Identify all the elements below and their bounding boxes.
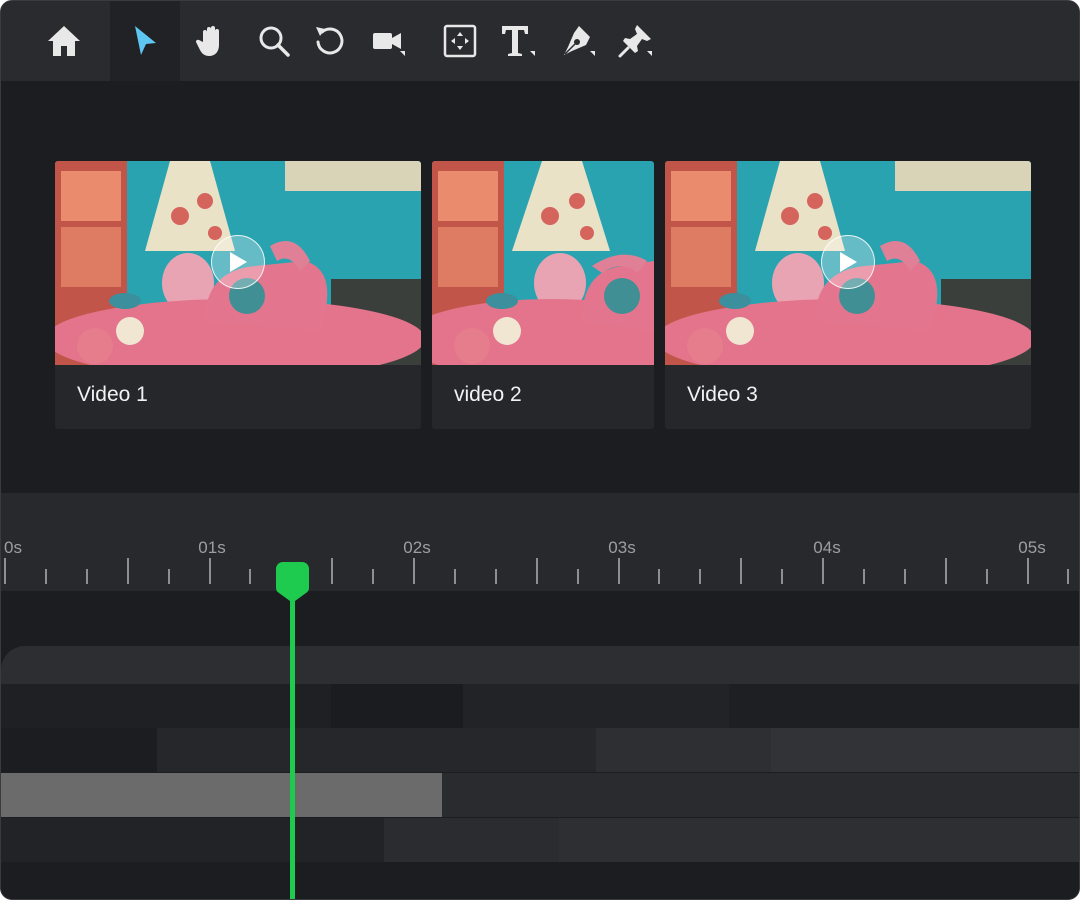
ruler-tick [4, 558, 6, 584]
video-title: video 2 [454, 383, 522, 406]
ruler-label: 02s [403, 538, 431, 557]
clip-segment[interactable] [771, 728, 1079, 772]
play-icon [230, 252, 247, 272]
ruler-label: 03s [608, 538, 636, 557]
select-tool-button[interactable] [110, 1, 180, 81]
cursor-icon [135, 26, 156, 55]
ruler-tick [454, 569, 456, 584]
video-thumbnail [665, 161, 1031, 365]
ruler-tick [45, 569, 47, 584]
home-button[interactable] [29, 1, 99, 81]
playhead-handle[interactable] [276, 562, 309, 606]
video-thumbnail [432, 161, 654, 365]
ruler-tick [577, 569, 579, 584]
video-card-3[interactable]: Video 3 [665, 161, 1031, 429]
ruler-label: 04s [813, 538, 841, 557]
toolbar [1, 1, 1079, 81]
track-header [1, 646, 1079, 684]
clip-segment[interactable] [1, 818, 384, 862]
video-editor-window: Video 1 video 2 Video 3 0s 01s 02s 03s 0… [0, 0, 1080, 900]
rotate-icon [316, 27, 344, 55]
clip-segment[interactable] [463, 684, 729, 728]
clip-segment[interactable] [1, 728, 157, 772]
ruler-label: 0s [4, 538, 22, 557]
clip-segment[interactable] [331, 684, 463, 728]
ruler-tick [618, 558, 620, 584]
ruler-tick [986, 569, 988, 584]
video-thumbnail [55, 161, 421, 365]
ruler-tick [536, 558, 538, 584]
clip-segment[interactable] [596, 728, 771, 772]
video-card-1[interactable]: Video 1 [55, 161, 421, 429]
ruler-tick [249, 569, 251, 584]
time-ruler[interactable]: 0s 01s 02s 03s 04s 05s [1, 493, 1079, 591]
fit-frame-icon [443, 24, 477, 58]
ruler-tick [1027, 558, 1029, 584]
clip-segment[interactable] [442, 773, 1079, 817]
media-bin: Video 1 video 2 Video 3 [1, 81, 1079, 493]
timeline: 0s 01s 02s 03s 04s 05s [1, 493, 1079, 899]
ruler-tick [495, 569, 497, 584]
ruler-tick [86, 569, 88, 584]
ruler-tick [1067, 569, 1069, 584]
clip-segment[interactable] [559, 818, 1079, 862]
ruler-tick [413, 558, 415, 584]
zoom-icon [259, 26, 290, 57]
video-title: Video 1 [77, 383, 148, 406]
ruler-tick [740, 558, 742, 584]
pin-tool-button[interactable] [600, 1, 670, 81]
ruler-label: 01s [198, 538, 226, 557]
ruler-tick [781, 569, 783, 584]
clip-segment-selected[interactable] [1, 773, 442, 817]
video-title: Video 3 [687, 383, 758, 406]
camera-icon [373, 33, 405, 56]
hand-icon [195, 26, 219, 56]
clip-segment[interactable] [1, 684, 331, 728]
ruler-tick [945, 558, 947, 584]
ruler-tick [863, 569, 865, 584]
pin-icon [618, 25, 652, 58]
ruler-label: 05s [1018, 538, 1046, 557]
ruler-tick [127, 558, 129, 584]
ruler-tick [699, 569, 701, 584]
play-button[interactable] [211, 235, 265, 289]
play-button[interactable] [821, 235, 875, 289]
clip-segment[interactable] [729, 684, 1079, 728]
clip-segment[interactable] [384, 818, 559, 862]
ruler-tick [372, 569, 374, 584]
hand-tool-button[interactable] [177, 1, 247, 81]
ruler-tick [822, 558, 824, 584]
ruler-tick [168, 569, 170, 584]
home-icon [48, 26, 80, 56]
pen-icon [564, 26, 595, 56]
playhead-line[interactable] [290, 601, 295, 899]
video-card-2[interactable]: video 2 [432, 161, 654, 429]
ruler-tick [904, 569, 906, 584]
ruler-tick [209, 558, 211, 584]
camera-tool-button[interactable] [353, 1, 423, 81]
ruler-tick [658, 569, 660, 584]
text-icon [502, 26, 535, 56]
play-icon [840, 252, 857, 272]
ruler-tick [331, 558, 333, 584]
clip-segment[interactable] [157, 728, 596, 772]
